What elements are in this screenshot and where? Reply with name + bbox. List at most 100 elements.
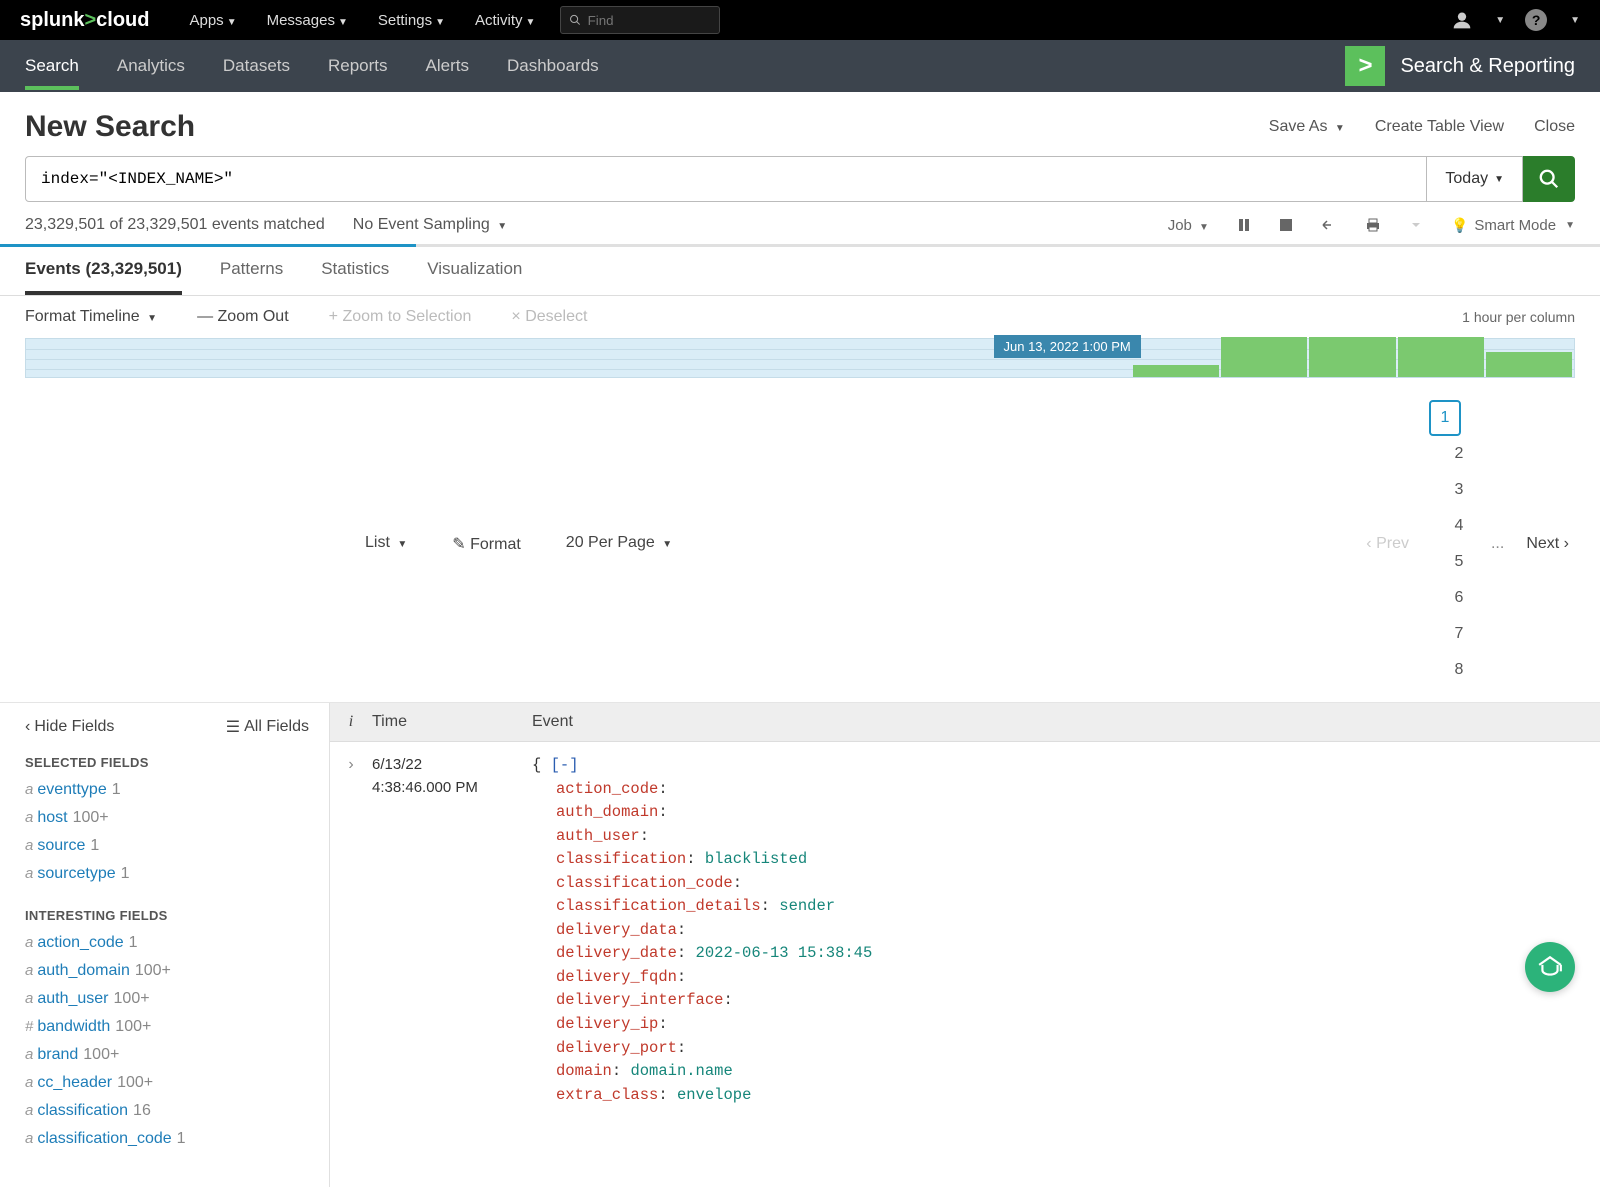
save-as-button[interactable]: Save As ▼ bbox=[1269, 118, 1345, 136]
timeline-bar[interactable] bbox=[1309, 337, 1395, 377]
app-navbar: Search Analytics Datasets Reports Alerts… bbox=[0, 40, 1600, 92]
global-menu: Apps▼ Messages▼ Settings▼ Activity▼ bbox=[189, 12, 535, 29]
all-fields-button[interactable]: ☰ All Fields bbox=[226, 717, 309, 737]
timeline-bar[interactable] bbox=[1221, 337, 1307, 377]
appnav-search[interactable]: Search bbox=[25, 42, 79, 90]
appnav-reports[interactable]: Reports bbox=[328, 42, 388, 90]
help-fab-icon[interactable] bbox=[1525, 942, 1575, 992]
fields-sidebar: ‹ Hide Fields ☰ All Fields SELECTED FIEL… bbox=[0, 703, 330, 1187]
search-query-input[interactable] bbox=[25, 156, 1427, 202]
appnav-alerts[interactable]: Alerts bbox=[426, 42, 469, 90]
event-row: › 6/13/22 4:38:46.000 PM { [-] action_co… bbox=[330, 742, 1600, 1119]
global-find[interactable] bbox=[560, 6, 720, 34]
column-event[interactable]: Event bbox=[517, 703, 1600, 741]
page-title: New Search bbox=[25, 110, 195, 144]
timeline-bar[interactable] bbox=[1486, 352, 1572, 377]
field-item[interactable]: asourcetype1 bbox=[25, 860, 329, 888]
zoom-to-selection-button: + Zoom to Selection bbox=[329, 308, 472, 326]
timeline-bar[interactable] bbox=[1398, 337, 1484, 377]
deselect-button: × Deselect bbox=[511, 308, 587, 326]
create-table-view-button[interactable]: Create Table View bbox=[1375, 118, 1504, 136]
tab-visualization[interactable]: Visualization bbox=[427, 259, 522, 295]
job-dropdown[interactable]: Job ▼ bbox=[1168, 217, 1209, 234]
menu-apps[interactable]: Apps▼ bbox=[189, 12, 236, 29]
stop-icon[interactable] bbox=[1279, 218, 1293, 232]
per-page-dropdown[interactable]: 20 Per Page ▼ bbox=[566, 534, 672, 554]
list-view-dropdown[interactable]: List ▼ bbox=[365, 534, 407, 554]
search-progress bbox=[0, 244, 1600, 247]
tab-patterns[interactable]: Patterns bbox=[220, 259, 283, 295]
field-item[interactable]: aaction_code1 bbox=[25, 929, 329, 957]
help-caret[interactable]: ▼ bbox=[1570, 15, 1580, 26]
page-button-2[interactable]: 2 bbox=[1443, 436, 1475, 472]
interesting-fields-title: INTERESTING FIELDS bbox=[25, 908, 329, 923]
event-timestamp: 6/13/22 4:38:46.000 PM bbox=[372, 754, 517, 1107]
field-item[interactable]: #bandwidth100+ bbox=[25, 1013, 329, 1041]
brand-logo[interactable]: splunk>cloud bbox=[20, 9, 149, 32]
search-mode-dropdown[interactable]: 💡Smart Mode ▼ bbox=[1451, 217, 1575, 234]
page-button-6[interactable]: 6 bbox=[1443, 580, 1475, 616]
collapse-toggle[interactable]: [-] bbox=[551, 756, 579, 774]
events-table: i Time Event › 6/13/22 4:38:46.000 PM { … bbox=[330, 703, 1600, 1187]
page-ellipsis: ... bbox=[1485, 535, 1510, 553]
page-button-3[interactable]: 3 bbox=[1443, 472, 1475, 508]
search-icon bbox=[569, 13, 581, 27]
field-item[interactable]: aclassification_code1 bbox=[25, 1125, 329, 1153]
pause-icon[interactable] bbox=[1237, 218, 1251, 232]
page-button-1[interactable]: 1 bbox=[1429, 400, 1461, 436]
menu-messages[interactable]: Messages▼ bbox=[267, 12, 348, 29]
timeline-scale-label: 1 hour per column bbox=[1462, 309, 1575, 325]
timeline-chart[interactable]: Jun 13, 2022 1:00 PM bbox=[25, 338, 1575, 378]
global-topbar: splunk>cloud Apps▼ Messages▼ Settings▼ A… bbox=[0, 0, 1600, 40]
page-button-5[interactable]: 5 bbox=[1443, 544, 1475, 580]
field-item[interactable]: abrand100+ bbox=[25, 1041, 329, 1069]
prev-page-button: ‹ Prev bbox=[1360, 535, 1415, 553]
page-button-7[interactable]: 7 bbox=[1443, 616, 1475, 652]
export-icon[interactable] bbox=[1409, 218, 1423, 232]
tab-statistics[interactable]: Statistics bbox=[321, 259, 389, 295]
field-item[interactable]: aclassification16 bbox=[25, 1097, 329, 1125]
events-matched-text: 23,329,501 of 23,329,501 events matched bbox=[25, 216, 325, 234]
event-json-body[interactable]: { [-] action_code:auth_domain:auth_user:… bbox=[517, 754, 1600, 1107]
user-caret[interactable]: ▼ bbox=[1495, 15, 1505, 26]
search-icon bbox=[1538, 168, 1560, 190]
event-sampling-dropdown[interactable]: No Event Sampling ▼ bbox=[353, 216, 507, 234]
print-icon[interactable] bbox=[1365, 218, 1381, 232]
next-page-button[interactable]: Next › bbox=[1520, 535, 1575, 553]
reload-icon[interactable] bbox=[1321, 218, 1337, 232]
expand-event-button[interactable]: › bbox=[330, 754, 372, 1107]
tab-events[interactable]: Events (23,329,501) bbox=[25, 259, 182, 295]
hide-fields-button[interactable]: ‹ Hide Fields bbox=[25, 717, 114, 737]
user-icon[interactable] bbox=[1452, 10, 1472, 30]
column-info[interactable]: i bbox=[330, 703, 372, 741]
app-logo-icon: > bbox=[1345, 46, 1385, 86]
appnav-datasets[interactable]: Datasets bbox=[223, 42, 290, 90]
timeline-tooltip: Jun 13, 2022 1:00 PM bbox=[994, 335, 1141, 358]
page-button-8[interactable]: 8 bbox=[1443, 652, 1475, 688]
page-header: New Search Save As ▼ Create Table View C… bbox=[0, 92, 1600, 156]
pagination: ‹ Prev 12345678 ... Next › bbox=[1360, 400, 1575, 688]
appnav-analytics[interactable]: Analytics bbox=[117, 42, 185, 90]
menu-settings[interactable]: Settings▼ bbox=[378, 12, 445, 29]
field-item[interactable]: acc_header100+ bbox=[25, 1069, 329, 1097]
app-title: Search & Reporting bbox=[1400, 55, 1575, 78]
format-button[interactable]: ✎ Format bbox=[452, 534, 521, 554]
appnav-dashboards[interactable]: Dashboards bbox=[507, 42, 599, 90]
find-input[interactable] bbox=[588, 13, 712, 28]
format-timeline-dropdown[interactable]: Format Timeline ▼ bbox=[25, 308, 157, 326]
field-item[interactable]: asource1 bbox=[25, 832, 329, 860]
zoom-out-button[interactable]: — Zoom Out bbox=[197, 308, 289, 326]
field-item[interactable]: aeventtype1 bbox=[25, 776, 329, 804]
timeline-bar[interactable] bbox=[1133, 365, 1219, 377]
menu-activity[interactable]: Activity▼ bbox=[475, 12, 535, 29]
page-button-4[interactable]: 4 bbox=[1443, 508, 1475, 544]
field-item[interactable]: aauth_domain100+ bbox=[25, 957, 329, 985]
run-search-button[interactable] bbox=[1523, 156, 1575, 202]
time-range-picker[interactable]: Today ▼ bbox=[1427, 156, 1523, 202]
field-item[interactable]: ahost100+ bbox=[25, 804, 329, 832]
column-time[interactable]: Time bbox=[372, 703, 517, 741]
field-item[interactable]: aauth_user100+ bbox=[25, 985, 329, 1013]
help-icon[interactable]: ? bbox=[1525, 9, 1547, 31]
selected-fields-title: SELECTED FIELDS bbox=[25, 755, 329, 770]
close-button[interactable]: Close bbox=[1534, 118, 1575, 136]
